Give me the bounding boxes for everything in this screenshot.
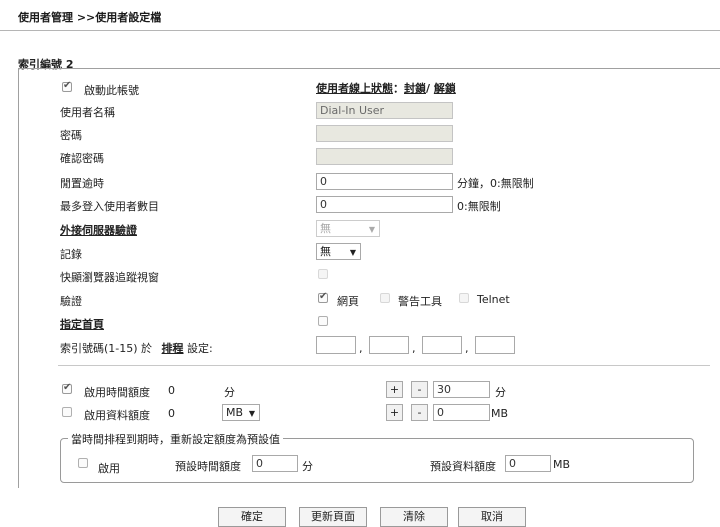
time-quota-adjust-unit: 分 (495, 386, 506, 399)
schedule-input-3[interactable] (422, 336, 462, 354)
idle-timeout-label: 閒置逾時 (60, 177, 104, 190)
schedule-label-b: 設定: (187, 342, 213, 355)
chevron-down-icon: ▼ (349, 248, 356, 257)
log-label: 記錄 (60, 248, 82, 261)
chevron-down-icon: ▼ (248, 409, 255, 418)
max-login-input[interactable]: 0 (316, 196, 453, 213)
online-status: 使用者線上狀態：封鎖/ 解鎖 (316, 80, 456, 96)
data-quota-plus-button[interactable]: + (386, 404, 403, 421)
schedule-label: 索引號碼(1-15) 於 排程 設定: (60, 340, 213, 356)
external-auth-select[interactable]: 無 ▼ (316, 220, 380, 237)
popup-tracking-checkbox[interactable] (318, 269, 328, 279)
ok-button[interactable]: 確定 (218, 507, 286, 527)
section-divider (58, 365, 710, 366)
schedule-comma: , (465, 342, 469, 355)
breadcrumb: 使用者管理 >>使用者設定檔 (18, 11, 162, 24)
schedule-input-1[interactable] (316, 336, 356, 354)
unblock-link[interactable]: 解鎖 (434, 82, 456, 95)
password-field[interactable] (316, 125, 453, 142)
username-label: 使用者名稱 (60, 106, 115, 119)
default-data-label: 預設資料額度 (430, 460, 496, 473)
schedule-input-4[interactable] (475, 336, 515, 354)
idle-timeout-unit: 分鐘，0:無限制 (457, 177, 534, 190)
data-quota-label: 啟用資料額度 (84, 409, 150, 422)
time-quota-minus-button[interactable]: - (411, 381, 428, 398)
popup-tracking-label: 快顯瀏覽器追蹤視窗 (60, 271, 159, 284)
cancel-button[interactable]: 取消 (458, 507, 526, 527)
time-quota-unit: 分 (224, 386, 235, 399)
data-quota-checkbox[interactable] (62, 407, 72, 417)
home-page-checkbox[interactable] (318, 316, 328, 326)
max-login-unit: 0:無限制 (457, 200, 501, 213)
time-quota-value: 0 (168, 384, 175, 397)
auth-telnet-checkbox[interactable] (459, 293, 469, 303)
data-quota-unit-value: MB (226, 406, 244, 419)
default-data-unit: MB (553, 458, 571, 471)
enable-account-label: 啟動此帳號 (84, 84, 139, 97)
confirm-password-field[interactable] (316, 148, 453, 165)
reset-enable-checkbox[interactable] (78, 458, 88, 468)
auth-web-checkbox[interactable] (318, 291, 328, 303)
online-status-slash: / (426, 82, 434, 95)
home-page-link[interactable]: 指定首頁 (60, 316, 104, 332)
password-label: 密碼 (60, 129, 82, 142)
reset-quota-legend: 當時間排程到期時，重新設定額度為預設值 (68, 431, 283, 447)
schedule-input-2[interactable] (369, 336, 409, 354)
default-time-unit: 分 (302, 460, 313, 473)
refresh-button[interactable]: 更新頁面 (299, 507, 367, 527)
online-status-colon: ： (393, 82, 404, 95)
log-value: 無 (320, 245, 331, 258)
schedule-link[interactable]: 排程 (162, 342, 184, 355)
default-time-input[interactable]: 0 (252, 455, 298, 472)
enable-account-checkbox[interactable] (62, 80, 72, 92)
time-quota-checkbox[interactable] (62, 382, 72, 394)
auth-telnet-label: Telnet (477, 293, 510, 306)
chevron-down-icon: ▼ (368, 225, 375, 234)
divider (0, 30, 720, 31)
data-quota-minus-button[interactable]: - (411, 404, 428, 421)
external-auth-link[interactable]: 外接伺服器驗證 (60, 222, 137, 238)
username-field[interactable]: Dial-In User (316, 102, 453, 119)
idle-timeout-input[interactable]: 0 (316, 173, 453, 190)
data-quota-adjust-unit: MB (491, 407, 509, 420)
auth-web-label: 網頁 (337, 295, 359, 308)
data-quota-unit-select[interactable]: MB ▼ (222, 404, 260, 421)
default-time-label: 預設時間額度 (175, 460, 241, 473)
data-quota-adjust-input[interactable]: 0 (433, 404, 490, 421)
auth-alert-checkbox[interactable] (380, 293, 390, 303)
data-quota-value: 0 (168, 407, 175, 420)
schedule-comma: , (412, 342, 416, 355)
auth-alert-label: 警告工具 (398, 295, 442, 308)
time-quota-label: 啟用時間額度 (84, 386, 150, 399)
schedule-label-a: 索引號碼(1-15) 於 (60, 342, 153, 355)
schedule-comma: , (359, 342, 363, 355)
auth-label: 驗證 (60, 295, 82, 308)
time-quota-adjust-input[interactable]: 30 (433, 381, 490, 398)
clear-button[interactable]: 清除 (380, 507, 448, 527)
default-data-input[interactable]: 0 (505, 455, 551, 472)
reset-enable-label: 啟用 (98, 462, 120, 475)
max-login-label: 最多登入使用者數目 (60, 200, 159, 213)
block-link[interactable]: 封鎖 (404, 82, 426, 95)
time-quota-plus-button[interactable]: + (386, 381, 403, 398)
log-select[interactable]: 無 ▼ (316, 243, 361, 260)
confirm-password-label: 確認密碼 (60, 152, 104, 165)
online-status-label: 使用者線上狀態 (316, 82, 393, 95)
external-auth-value: 無 (320, 222, 331, 235)
